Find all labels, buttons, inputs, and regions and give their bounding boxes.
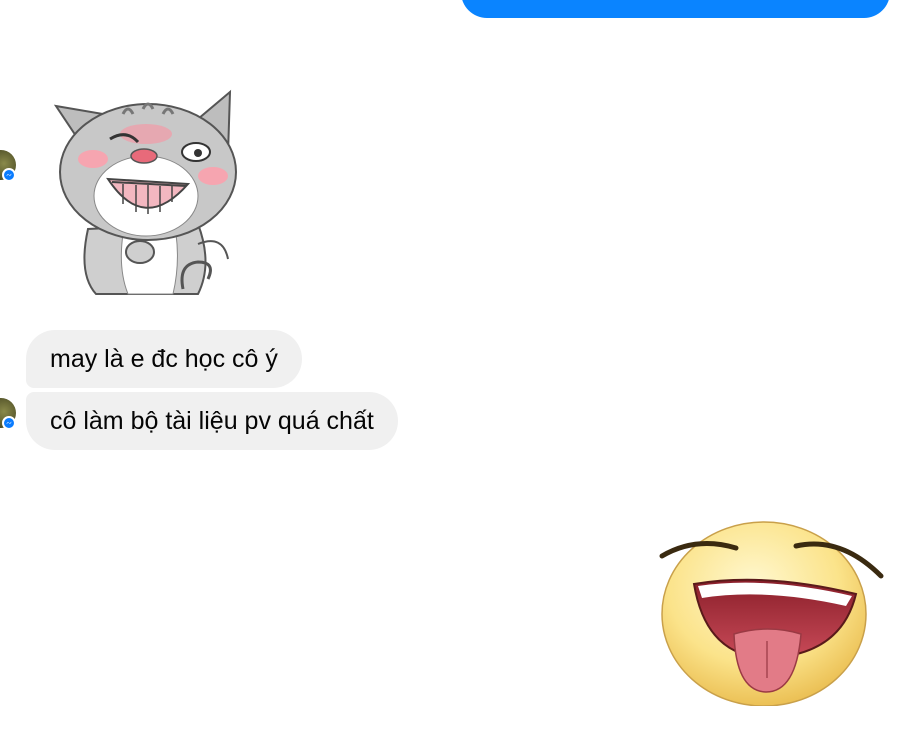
- sender-avatar[interactable]: [0, 150, 16, 182]
- sender-avatar[interactable]: [0, 398, 16, 430]
- message-text: may là e đc học cô ý: [50, 345, 278, 373]
- cat-wink-sticker[interactable]: [48, 84, 254, 301]
- received-message-bubble[interactable]: cô làm bộ tài liệu pv quá chất: [26, 392, 398, 450]
- messenger-badge-icon: [2, 416, 16, 430]
- received-message-bubble[interactable]: may là e đc học cô ý: [26, 330, 302, 388]
- messenger-badge-icon: [2, 168, 16, 182]
- laughing-emoji-icon: [659, 521, 884, 707]
- tongue-out-laughing-emoji-sticker[interactable]: [656, 506, 888, 711]
- cat-sticker-graphic: [53, 89, 237, 295]
- message-text: cô làm bộ tài liệu pv quá chất: [50, 407, 374, 435]
- sent-message-bubble[interactable]: [461, 0, 890, 18]
